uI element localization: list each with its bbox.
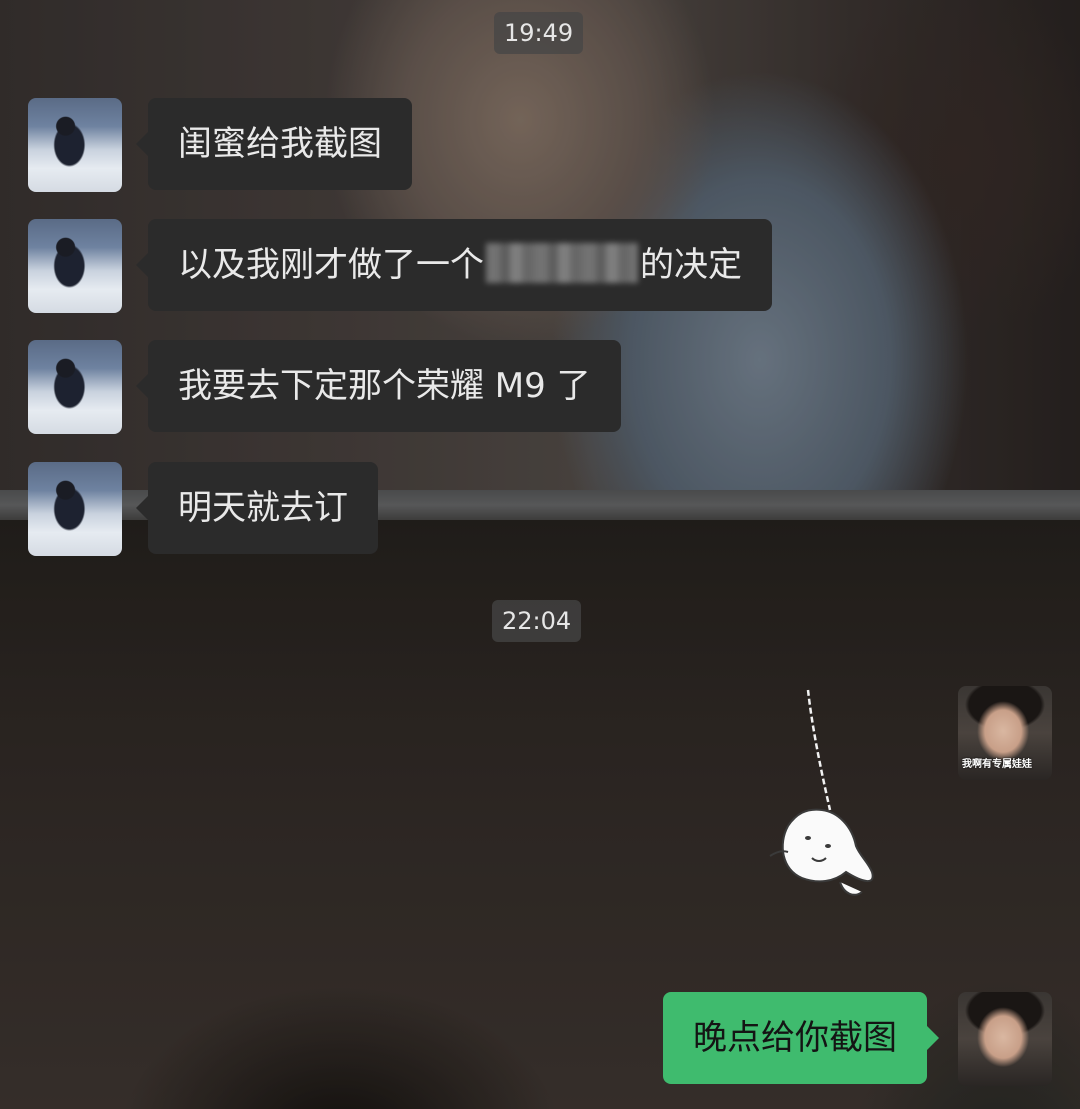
message-text: 我要去下定那个荣耀 M9 了 [178, 366, 591, 406]
my-avatar[interactable] [958, 992, 1052, 1086]
contact-avatar[interactable] [28, 462, 122, 556]
cartoon-ghost-sticker[interactable] [768, 686, 888, 906]
incoming-message-bubble[interactable]: 我要去下定那个荣耀 M9 了 [136, 340, 621, 432]
incoming-message-bubble[interactable]: 以及我刚才做了一个 的决定 [136, 219, 772, 311]
message-text: 的决定 [640, 245, 742, 285]
message-text: 以及我刚才做了一个 [178, 245, 484, 285]
outgoing-message-bubble[interactable]: 晚点给你截图 [663, 992, 939, 1084]
incoming-message-bubble[interactable]: 闺蜜给我截图 [136, 98, 412, 190]
cartoon-ghost-icon [769, 689, 874, 896]
timestamp: 22:04 [492, 600, 582, 642]
redacted-text-mosaic [486, 242, 638, 283]
incoming-message-bubble[interactable]: 明天就去订 [136, 462, 378, 554]
message-text: 闺蜜给我截图 [178, 124, 382, 164]
my-avatar[interactable]: 我啊有专属娃娃 [958, 686, 1052, 780]
message-text: 晚点给你截图 [693, 1018, 897, 1058]
contact-avatar[interactable] [28, 98, 122, 192]
contact-avatar[interactable] [28, 219, 122, 313]
timestamp: 19:49 [494, 12, 584, 54]
avatar-caption: 我啊有专属娃娃 [962, 759, 1032, 770]
message-text: 明天就去订 [178, 488, 348, 528]
contact-avatar[interactable] [28, 340, 122, 434]
